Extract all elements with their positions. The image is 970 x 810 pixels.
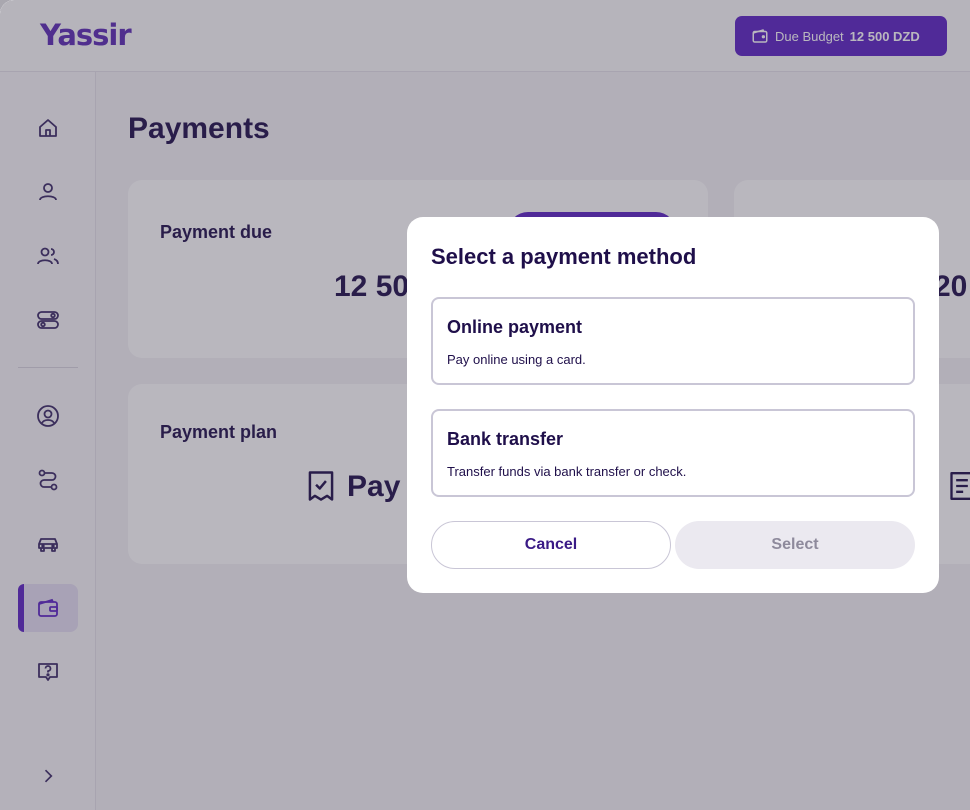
option-title: Bank transfer [447,429,564,449]
option-description: Transfer funds via bank transfer or chec… [447,464,687,479]
dialog-title: Select a payment method [431,244,697,269]
option-bank-transfer[interactable]: Bank transfer Transfer funds via bank tr… [431,409,915,497]
select-button[interactable]: Select [675,521,915,569]
option-online-payment[interactable]: Online payment Pay online using a card. [431,297,915,385]
option-title: Online payment [447,317,583,337]
cancel-button[interactable]: Cancel [431,521,671,569]
payment-method-dialog: Select a payment method Online payment P… [407,217,939,593]
option-description: Pay online using a card. [447,352,586,367]
app-window: Yassir Due Budget 12 500 DZD Payments Pa… [0,0,970,810]
